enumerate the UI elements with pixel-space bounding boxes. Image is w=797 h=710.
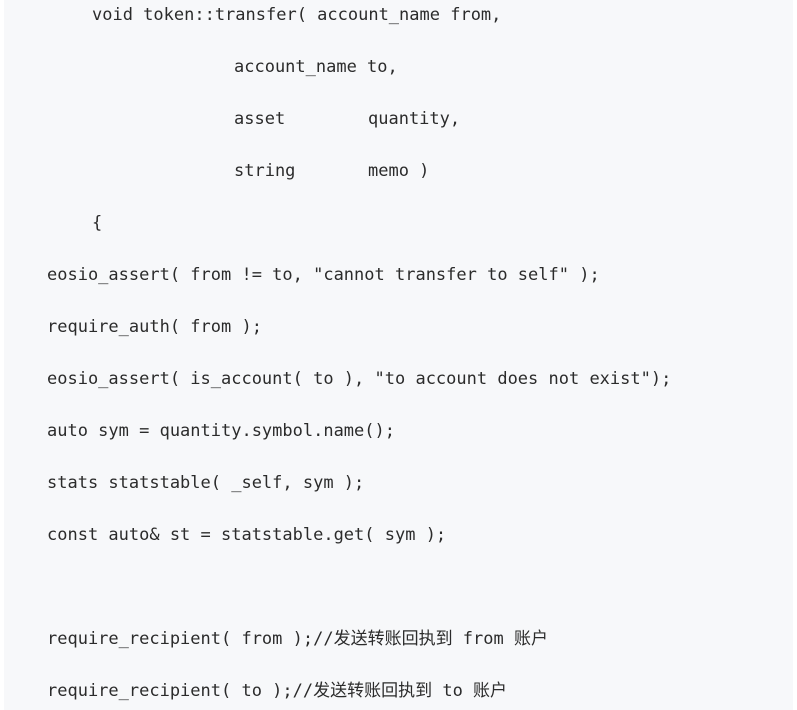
code-text: stats statstable( _self, sym );: [47, 473, 365, 493]
code-text: quantity,: [368, 109, 461, 129]
code-line: eosio_assert( is_account( to ), "to acco…: [4, 366, 671, 392]
code-text: void token::transfer( account_name from,: [92, 5, 502, 25]
code-text: const auto& st = statstable.get( sym );: [47, 525, 447, 545]
code-text: string: [234, 161, 296, 181]
code-line: eosio_assert( from != to, "cannot transf…: [4, 262, 600, 288]
code-text: {: [92, 213, 103, 233]
code-line: {: [4, 210, 102, 236]
code-block: void token::transfer( account_name from,…: [4, 0, 793, 710]
code-line: void token::transfer( account_name from,: [4, 2, 501, 28]
code-line: require_recipient( to );//发送转账回执到 to 账户: [4, 678, 507, 704]
code-text: memo ): [368, 161, 430, 181]
code-text: auto sym = quantity.symbol.name();: [47, 421, 395, 441]
code-text: require_recipient( to );//发送转账回执到 to 账户: [47, 681, 508, 701]
code-line: auto sym = quantity.symbol.name();: [4, 418, 395, 444]
code-line: require_auth( from );: [4, 314, 262, 340]
code-text: eosio_assert( from != to, "cannot transf…: [47, 265, 600, 285]
code-line: asset quantity,: [4, 106, 460, 132]
code-line: string memo ): [4, 158, 429, 184]
code-line: stats statstable( _self, sym );: [4, 470, 364, 496]
code-text: require_recipient( from );//发送转账回执到 from…: [47, 629, 548, 649]
code-text: account_name to,: [234, 57, 398, 77]
code-text: asset: [234, 109, 286, 129]
code-text: eosio_assert( is_account( to ), "to acco…: [47, 369, 672, 389]
code-line: require_recipient( from );//发送转账回执到 from…: [4, 626, 548, 652]
code-line: account_name to,: [4, 54, 398, 80]
code-text: require_auth( from );: [47, 317, 262, 337]
code-line: const auto& st = statstable.get( sym );: [4, 522, 446, 548]
